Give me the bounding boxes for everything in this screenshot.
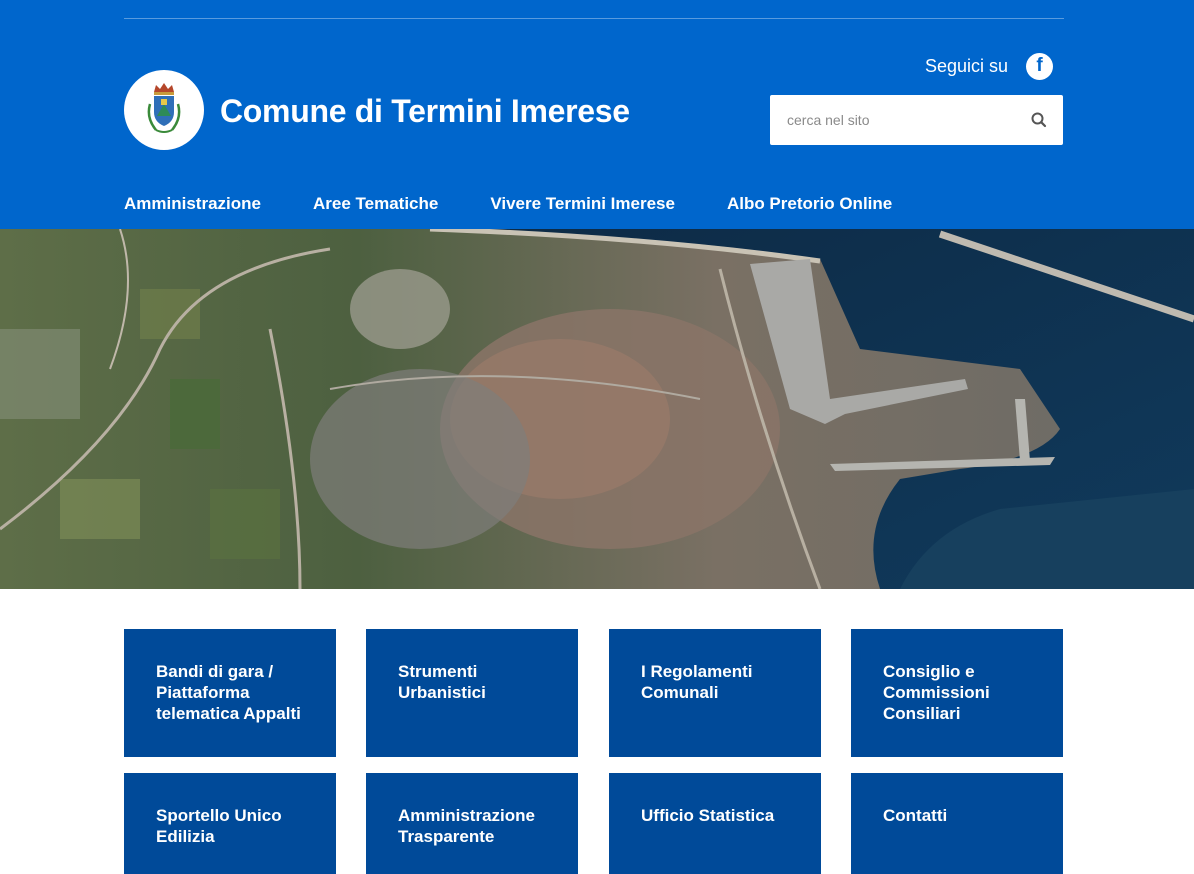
- search-button[interactable]: [1029, 110, 1049, 130]
- tile-label: Consiglio e Commissioni Consiliari: [883, 662, 990, 723]
- tile-label: Contatti: [883, 806, 948, 825]
- tile-bandi-di-gara[interactable]: Bandi di gara / Piattaforma telematica A…: [124, 629, 336, 757]
- social-label: Seguici su: [924, 55, 1008, 76]
- search-input[interactable]: [787, 112, 1017, 128]
- nav-item-vivere-termini-imerese[interactable]: Vivere Termini Imerese: [490, 194, 675, 214]
- hero-aerial-image: [0, 229, 1194, 589]
- tile-strumenti-urbanistici[interactable]: Strumenti Urbanistici: [366, 629, 578, 757]
- header-divider: [124, 18, 1064, 19]
- search-icon: [1031, 112, 1047, 128]
- tile-ufficio-statistica[interactable]: Ufficio Statistica: [609, 773, 821, 874]
- tile-consiglio-commissioni[interactable]: Consiglio e Commissioni Consiliari: [851, 629, 1063, 757]
- tile-label: Sportello Unico Edilizia: [156, 806, 282, 846]
- tile-label: Amministrazione Trasparente: [398, 806, 535, 846]
- social-follow: Seguici su f: [925, 52, 1053, 80]
- tile-sportello-unico-edilizia[interactable]: Sportello Unico Edilizia: [124, 773, 336, 874]
- nav-item-aree-tematiche[interactable]: Aree Tematiche: [313, 194, 438, 214]
- tile-label: Ufficio Statistica: [641, 806, 775, 825]
- nav-item-amministrazione[interactable]: Amministrazione: [124, 194, 261, 214]
- site-header: Comune di Termini Imerese Seguici su f A…: [0, 0, 1194, 229]
- nav-item-albo-pretorio-online[interactable]: Albo Pretorio Online: [727, 194, 892, 214]
- tile-label: I Regolamenti Comunali: [641, 662, 753, 702]
- facebook-icon[interactable]: f: [1026, 52, 1053, 80]
- main-navigation: Amministrazione Aree Tematiche Vivere Te…: [124, 190, 944, 218]
- aerial-view-image: [0, 229, 1194, 589]
- tile-label: Bandi di gara / Piattaforma telematica A…: [156, 662, 301, 723]
- tile-amministrazione-trasparente[interactable]: Amministrazione Trasparente: [366, 773, 578, 874]
- tile-label: Strumenti Urbanistici: [398, 662, 486, 702]
- crest-icon: [147, 83, 181, 133]
- municipal-crest-logo[interactable]: [124, 70, 204, 150]
- site-title[interactable]: Comune di Termini Imerese: [220, 90, 630, 132]
- tile-regolamenti-comunali[interactable]: I Regolamenti Comunali: [609, 629, 821, 757]
- search-box: [770, 95, 1063, 145]
- tile-contatti[interactable]: Contatti: [851, 773, 1063, 874]
